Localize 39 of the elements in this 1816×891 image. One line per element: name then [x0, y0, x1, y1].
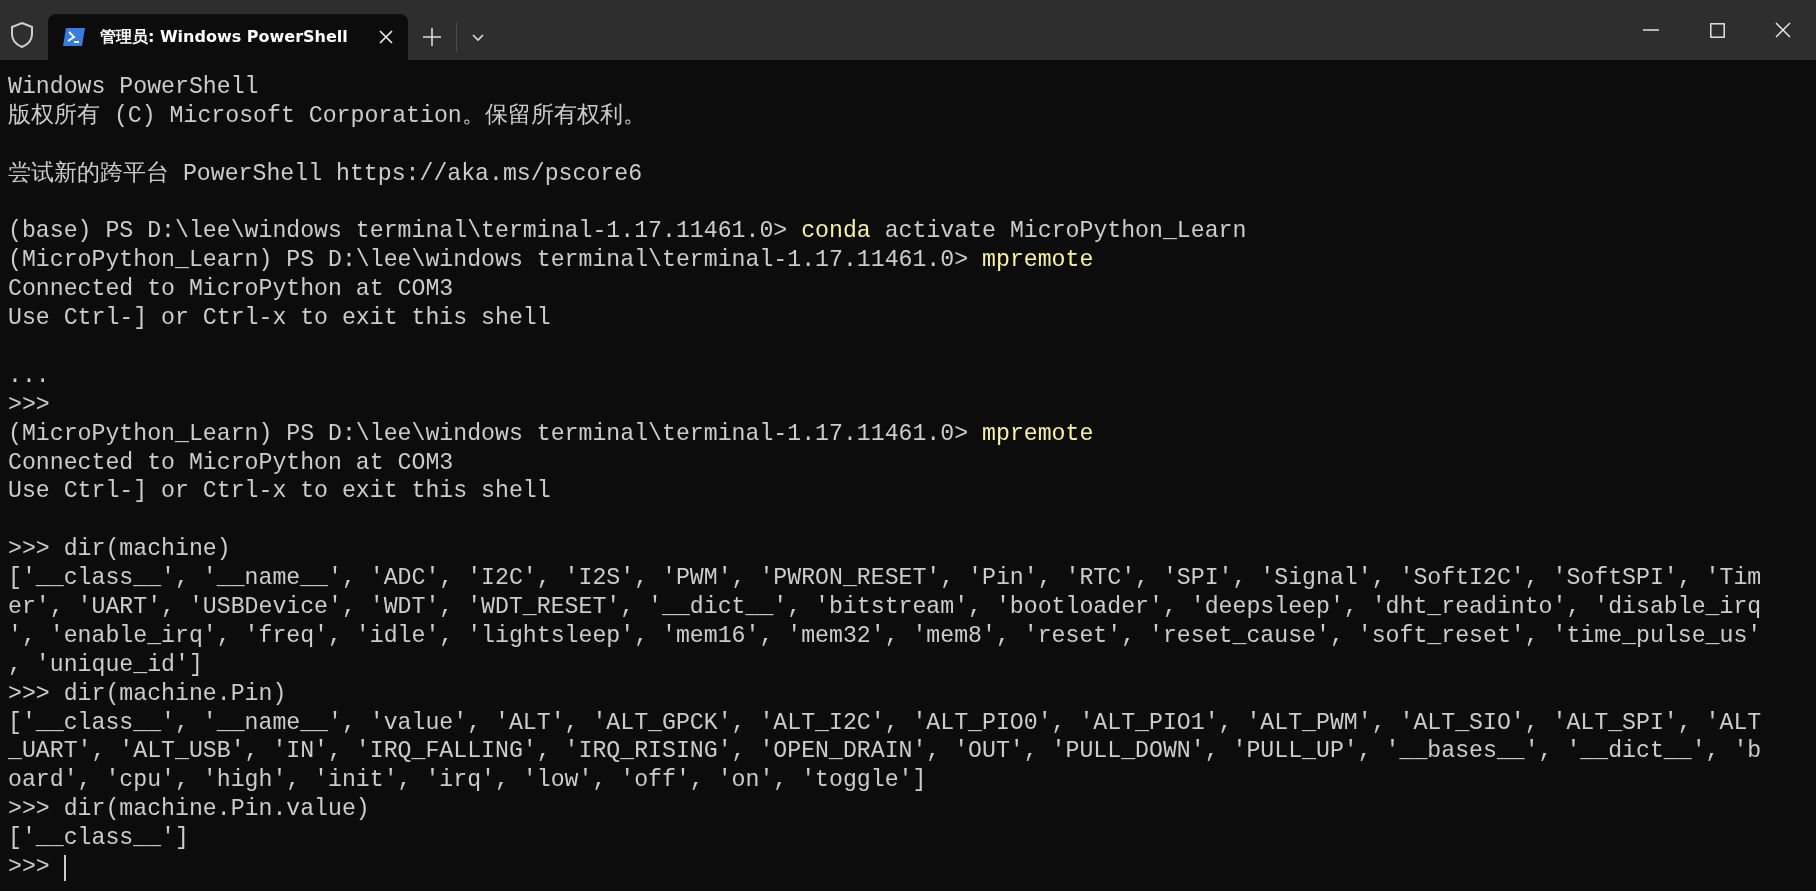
tab-title: 管理员: Windows PowerShell: [100, 26, 349, 48]
terminal-output-line: >>> dir(machine.Pin.value): [8, 795, 370, 825]
terminal-output-line: Connected to MicroPython at COM3: [8, 448, 454, 478]
close-icon: [1775, 22, 1791, 38]
command-name: mpremote: [982, 419, 1094, 449]
repl-prompt: >>>: [8, 853, 50, 882]
shell-prompt: (base) PS D:\lee\windows terminal\terminal-1.17.11461.0>: [8, 217, 788, 247]
terminal-output-line: >>> dir(machine): [8, 535, 231, 565]
terminal-output-line: ...: [8, 361, 50, 391]
shell-prompt: (MicroPython_Learn) PS D:\lee\windows terminal\terminal-1.17.11461.0>: [8, 246, 969, 276]
terminal-tab[interactable]: 管理员: Windows PowerShell: [48, 14, 408, 60]
terminal-output-line: ['__class__']: [8, 824, 189, 854]
terminal-output-line: ['__class__', '__name__', 'ADC', 'I2C', 'I2S', 'PWM', 'PWRON_RESET', 'Pin', 'RTC', 'SPI', 'Signal', 'SoftI2C', 'SoftSPI', 'Tim: [8, 564, 1762, 594]
minimize-icon: [1643, 29, 1659, 31]
terminal-output-line: er', 'UART', 'USBDevice', 'WDT', 'WDT_RESET', '__dict__', 'bitstream', 'bootloader', 'deepsleep', 'dht_readinto', 'disable_irq: [8, 593, 1762, 622]
terminal-output-line: Use Ctrl-] or Ctrl-x to exit this shell: [8, 477, 551, 507]
terminal-output-line: >>> dir(machine.Pin): [8, 679, 287, 709]
terminal-output-line: ['__class__', '__name__', 'value', 'ALT', 'ALT_GPCK', 'ALT_I2C', 'ALT_PIO0', 'ALT_PIO1', 'ALT_PWM', 'ALT_SIO', 'ALT_SPI', 'ALT: [8, 708, 1762, 738]
command-arguments: activate MicroPython_Learn: [884, 217, 1247, 247]
terminal-output-line: 版权所有 (C) Microsoft Corporation。保留所有权利。: [8, 101, 646, 131]
powershell-icon: [62, 27, 86, 47]
terminal-output-line: >>>: [8, 390, 50, 420]
maximize-icon: [1709, 22, 1725, 38]
command-name: mpremote: [982, 246, 1094, 276]
terminal-output-line: Windows PowerShell: [8, 73, 259, 102]
terminal-output-line: Use Ctrl-] or Ctrl-x to exit this shell: [8, 304, 551, 333]
terminal-output-line: Connected to MicroPython at COM3: [8, 275, 454, 305]
close-icon[interactable]: [378, 29, 394, 45]
shield-icon: [9, 21, 35, 49]
chevron-down-icon: [471, 32, 485, 42]
text-cursor: [63, 855, 66, 882]
terminal-output-line: , 'unique_id']: [8, 650, 203, 680]
terminal-output-line: ', 'enable_irq', 'freq', 'idle', 'lightsleep', 'mem16', 'mem32', 'mem8', 'reset', 'reset_cause', 'soft_reset', 'time_pulse_us': [8, 621, 1762, 651]
terminal-output-line: 尝试新的跨平台 PowerShell https://aka.ms/pscore6: [8, 159, 643, 189]
terminal-output-line: oard', 'cpu', 'high', 'init', 'irq', 'low', 'off', 'on', 'toggle']: [8, 766, 927, 796]
command-name: conda: [801, 217, 871, 247]
terminal-output-line: _UART', 'ALT_USB', 'IN', 'IRQ_FALLING', 'IRQ_RISING', 'OPEN_DRAIN', 'OUT', 'PULL_DOWN', 'PULL_UP', '__bases__', '__dict__', 'b: [8, 737, 1762, 767]
plus-icon: [422, 27, 442, 47]
shell-prompt: (MicroPython_Learn) PS D:\lee\windows terminal\terminal-1.17.11461.0>: [8, 419, 969, 449]
